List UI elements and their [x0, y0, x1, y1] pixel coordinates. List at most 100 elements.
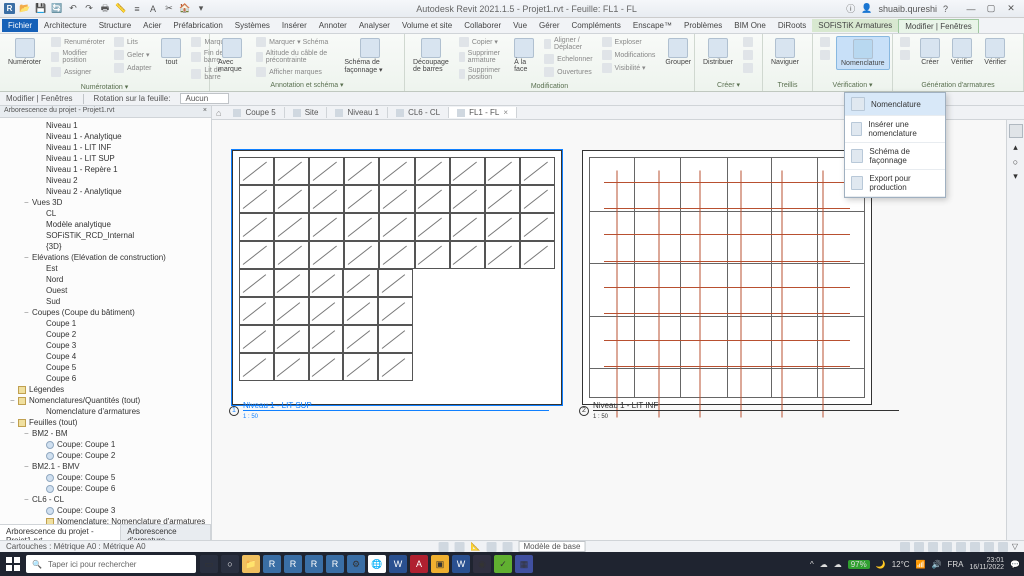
tab-collaborer[interactable]: Collaborer — [458, 19, 507, 32]
tree-node[interactable]: Coupe 4 — [0, 351, 211, 362]
decoupage-button[interactable]: Découpage de barres — [409, 36, 453, 75]
browser-tree[interactable]: Niveau 1Niveau 1 - AnalytiqueNiveau 1 - … — [0, 118, 211, 524]
tree-node[interactable]: {3D} — [0, 241, 211, 252]
grouper-button[interactable]: Grouper — [661, 36, 695, 68]
sb-ico[interactable] — [914, 542, 924, 552]
dropdown-inserer-nomenclature[interactable]: Insérer une nomenclature — [845, 116, 945, 143]
sb-ico[interactable] — [487, 542, 497, 552]
chrome-icon[interactable]: 🌐 — [368, 555, 386, 573]
afficher-marques-button[interactable]: Afficher marques — [253, 66, 337, 78]
print-icon[interactable]: 🖶 — [99, 3, 111, 15]
sb-ico[interactable] — [455, 542, 465, 552]
tree-node[interactable]: Coupe 1 — [0, 318, 211, 329]
sync-icon[interactable]: 🔄 — [51, 3, 63, 15]
tree-node[interactable]: −Feuilles (tout) — [0, 417, 211, 428]
help-icon[interactable]: ? — [943, 4, 948, 14]
verif-ico1[interactable] — [817, 36, 833, 48]
tab-problemes[interactable]: Problèmes — [678, 19, 728, 32]
cloud-icon[interactable]: ☁ — [820, 560, 828, 569]
redo-icon[interactable]: ↷ — [83, 3, 95, 15]
info-icon[interactable]: ⓘ — [846, 2, 855, 15]
tree-node[interactable]: −Elévations (Elévation de construction) — [0, 252, 211, 263]
tree-node[interactable]: Niveau 2 - Analytique — [0, 186, 211, 197]
rotation-value[interactable]: Aucun — [180, 93, 229, 104]
view-tab-niveau1[interactable]: Niveau 1 — [327, 107, 388, 118]
creer-ico3[interactable] — [740, 62, 756, 74]
naviguer-button[interactable]: Naviguer — [767, 36, 803, 68]
maximize-button[interactable]: ▢ — [982, 2, 1000, 16]
tab-close-icon[interactable]: × — [503, 108, 508, 117]
cortana-icon[interactable]: ○ — [221, 555, 239, 573]
gen-ico1[interactable] — [897, 36, 913, 48]
revit-icon[interactable]: R — [284, 555, 302, 573]
tab-modifier-fenetres[interactable]: Modifier | Fenêtres — [898, 19, 979, 33]
tree-node[interactable]: SOFiSTiK_RCD_Internal — [0, 230, 211, 241]
revit-logo-icon[interactable]: R — [4, 3, 15, 14]
start-button[interactable] — [4, 555, 22, 573]
tree-node[interactable]: Coupe: Coupe 1 — [0, 439, 211, 450]
home-3d-icon[interactable]: 🏠 — [179, 3, 191, 15]
network-icon[interactable]: 📶 — [916, 560, 926, 569]
marquer-schema-button[interactable]: Marquer ▾ Schéma — [253, 36, 337, 48]
viewport-lit-sup[interactable]: 1 Niveau 1 - LIT SUP 1 : 50 — [232, 150, 562, 405]
tab-complements[interactable]: Compléments — [566, 19, 627, 32]
tree-node[interactable]: −CL6 - CL — [0, 494, 211, 505]
tab-fichier[interactable]: Fichier — [2, 19, 38, 32]
settings-icon[interactable]: ⚙ — [347, 555, 365, 573]
nav-up-icon[interactable]: ▴ — [1013, 142, 1018, 153]
assigner-button[interactable]: Assigner — [48, 66, 108, 78]
tout-button[interactable]: tout — [157, 36, 185, 68]
altitude-cable-button[interactable]: Altitude du câble de précontrainte — [253, 49, 337, 65]
dropdown-export[interactable]: Export pour production — [845, 170, 945, 197]
dropdown-icon[interactable]: ▾ — [195, 3, 207, 15]
modifier-position-button[interactable]: Modifier position — [48, 49, 108, 65]
sb-ico[interactable] — [998, 542, 1008, 552]
tab-prefabrication[interactable]: Préfabrication — [167, 19, 228, 32]
volume-icon[interactable]: 🔊 — [932, 560, 942, 569]
tree-node[interactable]: Coupe: Coupe 5 — [0, 472, 211, 483]
tab-volume[interactable]: Volume et site — [396, 19, 458, 32]
letter-icon[interactable]: A — [147, 3, 159, 15]
app-icon[interactable]: ✓ — [494, 555, 512, 573]
nomenclature-button[interactable]: Nomenclature — [836, 36, 890, 70]
undo-icon[interactable]: ↶ — [67, 3, 79, 15]
geler-button[interactable]: Geler ▾ — [111, 49, 155, 61]
tree-node[interactable]: Niveau 1 - LIT INF — [0, 142, 211, 153]
scale-label[interactable]: 📐 — [471, 542, 481, 551]
visibilite-button[interactable]: Visibilité ▾ — [599, 62, 659, 74]
close-button[interactable]: ✕ — [1002, 2, 1020, 16]
modifications-button[interactable]: Modifications — [599, 49, 659, 61]
revit-icon[interactable]: R — [305, 555, 323, 573]
numeroter-button[interactable]: Numéroter — [4, 36, 45, 68]
dropdown-nomenclature[interactable]: Nomenclature — [845, 93, 945, 116]
revit-icon[interactable]: R — [326, 555, 344, 573]
measure-icon[interactable]: 📏 — [115, 3, 127, 15]
gen-creer-button[interactable]: Créer — [916, 36, 944, 68]
tree-node[interactable]: Coupe: Coupe 2 — [0, 450, 211, 461]
tree-node[interactable]: Nord — [0, 274, 211, 285]
nav-down-icon[interactable]: ▾ — [1013, 171, 1018, 182]
save-icon[interactable]: 💾 — [35, 3, 47, 15]
nav-circle-icon[interactable]: ○ — [1013, 157, 1018, 167]
model-base-dropdown[interactable]: Modèle de base — [519, 541, 586, 552]
view-tab-fl1[interactable]: FL1 - FL× — [449, 107, 517, 118]
a-la-face-button[interactable]: À la face — [510, 36, 538, 75]
app-icon[interactable]: ▦ — [515, 555, 533, 573]
sb-ico[interactable] — [439, 542, 449, 552]
tree-node[interactable]: Coupe: Coupe 3 — [0, 505, 211, 516]
tree-node[interactable]: Nomenclature: Nomenclature d'armatures — [0, 516, 211, 524]
tab-structure[interactable]: Structure — [93, 19, 137, 32]
taskbar-search[interactable]: 🔍 Taper ici pour rechercher — [26, 555, 196, 573]
view-tab-cl6[interactable]: CL6 - CL — [388, 107, 449, 118]
view-tab-coupe5[interactable]: Coupe 5 — [225, 107, 284, 118]
tree-node[interactable]: −Vues 3D — [0, 197, 211, 208]
section-icon[interactable]: ✂ — [163, 3, 175, 15]
tab-inserer[interactable]: Insérer — [276, 19, 313, 32]
tab-vue[interactable]: Vue — [507, 19, 533, 32]
gen-verifier-button[interactable]: Vérifier — [947, 36, 977, 68]
battery-indicator[interactable]: 97% — [848, 560, 870, 569]
sb-ico[interactable] — [928, 542, 938, 552]
tree-node[interactable]: Ouest — [0, 285, 211, 296]
aligner-button[interactable]: Aligner / Déplacer — [541, 36, 595, 52]
schema-faconnage-button[interactable]: Schéma de façonnage ▾ — [340, 36, 400, 76]
